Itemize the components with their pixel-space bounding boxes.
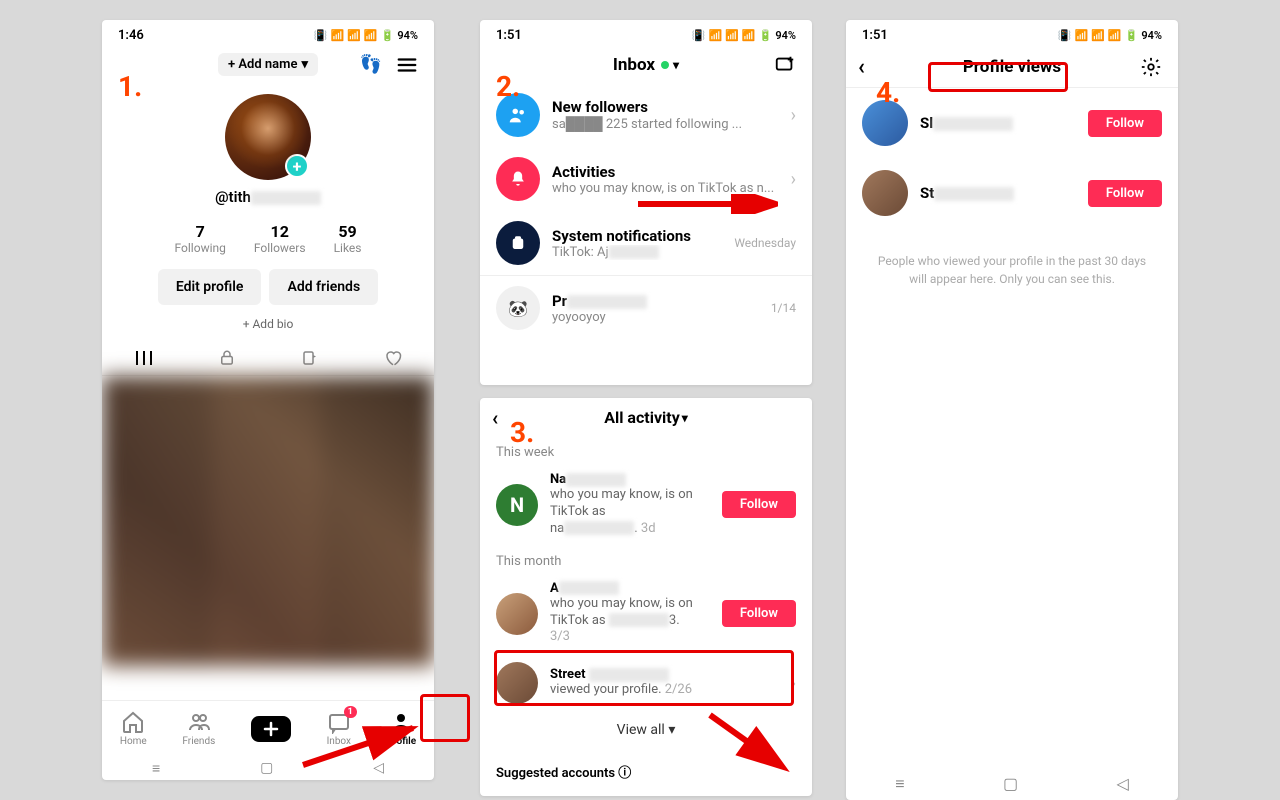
chevron-right-icon: › — [791, 169, 796, 190]
follow-button[interactable]: Follow — [722, 491, 796, 518]
section-this-month: This month — [480, 546, 812, 573]
friends-icon — [187, 710, 211, 734]
edit-profile-button[interactable]: Edit profile — [158, 269, 262, 305]
activity-avatar: N — [496, 484, 538, 526]
view-all-button[interactable]: View all ▾ — [480, 712, 812, 748]
video-grid[interactable] — [102, 376, 434, 666]
tab-grid-icon[interactable] — [133, 347, 155, 369]
inbox-icon: 1 — [327, 710, 351, 734]
follow-button[interactable]: Follow — [1088, 110, 1162, 137]
bottom-nav: Home Friends 1 Inbox Profile — [102, 700, 434, 756]
inbox-item-activities[interactable]: Activities who you may know, is on TikTo… — [480, 147, 812, 211]
gear-icon[interactable] — [1140, 56, 1162, 78]
chevron-down-icon[interactable]: ▾ — [682, 411, 688, 425]
tab-heart-icon[interactable] — [382, 347, 404, 369]
inbox-header: Inbox ▾ — [480, 47, 812, 83]
profile-views-note: People who viewed your profile in the pa… — [846, 228, 1178, 312]
profile-view-item[interactable]: St Follow — [846, 158, 1178, 228]
back-icon[interactable]: ‹ — [858, 55, 865, 80]
status-time: 1:51 — [862, 28, 888, 43]
plus-icon — [251, 716, 291, 742]
step-number-2: 2. — [496, 70, 520, 103]
status-bar: 1:51 📳📶📶📶🔋94% — [846, 20, 1178, 47]
step-number-4: 4. — [876, 76, 900, 109]
screenshot-1-profile: 1. 1:46 📳📶📶📶🔋94% + Add name ▾ 👣 + @tith … — [102, 20, 434, 780]
profile-header: + Add name ▾ 👣 — [102, 47, 434, 82]
add-bio-button[interactable]: + Add bio — [102, 317, 434, 331]
step-number-3: 3. — [510, 416, 534, 449]
recent-icon: ≡ — [152, 760, 160, 777]
chevron-down-icon: ▾ — [301, 57, 308, 72]
suggested-label: Suggested accounts ⓘ — [480, 748, 812, 781]
android-nav: ≡ ▢ ◁ — [102, 756, 434, 780]
screenshot-2-inbox: 2. 1:51 📳📶📶📶🔋94% Inbox ▾ New followers s… — [480, 20, 812, 385]
dm-avatar: 🐼 — [496, 286, 540, 330]
username: @tith — [215, 188, 321, 206]
time-label: 1/14 — [771, 301, 796, 315]
back-icon[interactable]: ‹ — [492, 406, 498, 430]
content-tabs — [102, 339, 434, 376]
add-friends-button[interactable]: Add friends — [269, 269, 378, 305]
chevron-right-icon: › — [791, 673, 796, 694]
home-icon — [121, 710, 145, 734]
back-nav-icon: ◁ — [1116, 774, 1128, 794]
chevron-right-icon: › — [791, 105, 796, 126]
activity-item-viewed-profile[interactable]: Street viewed your profile. 2/26 › — [480, 654, 812, 712]
screenshot-4-profile-views: 1:51 📳📶📶📶🔋94% ‹ Profile views 4. Sl Foll… — [846, 20, 1178, 800]
inbox-item-new-followers[interactable]: New followers sa████ 225 started followi… — [480, 83, 812, 147]
home-nav-icon: ▢ — [1003, 774, 1018, 794]
stat-followers[interactable]: 12 Followers — [254, 222, 306, 255]
activity-item[interactable]: A who you may know, is on TikTok as 3.3/… — [480, 573, 812, 655]
stat-likes[interactable]: 59 Likes — [334, 222, 362, 255]
back-nav-icon: ◁ — [373, 760, 384, 776]
add-name-button[interactable]: + Add name ▾ — [218, 53, 318, 76]
follow-button[interactable]: Follow — [722, 600, 796, 627]
status-dot-icon — [661, 61, 669, 69]
nav-home[interactable]: Home — [120, 710, 147, 747]
status-indicators: 📳📶📶📶🔋94% — [692, 29, 796, 42]
new-chat-icon[interactable] — [774, 54, 796, 76]
avatar-section: + @tith — [102, 82, 434, 212]
status-bar: 1:46 📳📶📶📶🔋94% — [102, 20, 434, 47]
screenshot-3-activity: ‹ All activity▾ 3. This week N Na who yo… — [480, 398, 812, 796]
nav-profile[interactable]: Profile — [387, 710, 417, 747]
activity-avatar — [496, 593, 538, 635]
status-indicators: 📳📶📶📶🔋94% — [1058, 29, 1162, 42]
menu-icon[interactable] — [396, 54, 418, 76]
bell-icon — [496, 157, 540, 201]
recent-icon: ≡ — [895, 774, 904, 794]
footprint-icon[interactable]: 👣 — [360, 54, 382, 75]
time-label: Wednesday — [734, 236, 796, 250]
status-indicators: 📳📶📶📶🔋94% — [314, 29, 418, 42]
inbox-item-system[interactable]: System notifications TikTok: Aj Wednesda… — [480, 211, 812, 275]
system-icon — [496, 221, 540, 265]
inbox-badge: 1 — [344, 706, 357, 718]
android-nav: ≡ ▢ ◁ — [846, 774, 1178, 794]
nav-inbox[interactable]: 1 Inbox — [327, 710, 351, 747]
profile-icon — [389, 710, 413, 734]
inbox-item-dm[interactable]: 🐼 Pr yoyooyoy 1/14 — [480, 275, 812, 340]
avatar-add-icon[interactable]: + — [285, 154, 309, 178]
tab-lock-icon[interactable] — [216, 347, 238, 369]
pv-avatar — [862, 170, 908, 216]
stat-following[interactable]: 7 Following — [175, 222, 226, 255]
status-time: 1:46 — [118, 28, 144, 43]
activity-item[interactable]: N Na who you may know, is on TikTok asna… — [480, 464, 812, 546]
nav-friends[interactable]: Friends — [182, 710, 215, 747]
status-bar: 1:51 📳📶📶📶🔋94% — [480, 20, 812, 47]
follow-button[interactable]: Follow — [1088, 180, 1162, 207]
nav-create[interactable] — [251, 716, 291, 742]
step-number-1: 1. — [118, 70, 142, 103]
tab-bookmark-icon[interactable] — [299, 347, 321, 369]
home-nav-icon: ▢ — [260, 760, 273, 776]
activity-avatar — [496, 662, 538, 704]
chevron-down-icon[interactable]: ▾ — [673, 58, 679, 72]
avatar[interactable]: + — [225, 94, 311, 180]
status-time: 1:51 — [496, 28, 522, 43]
stats-row: 7 Following 12 Followers 59 Likes — [102, 212, 434, 265]
chevron-down-icon: ▾ — [668, 722, 675, 738]
